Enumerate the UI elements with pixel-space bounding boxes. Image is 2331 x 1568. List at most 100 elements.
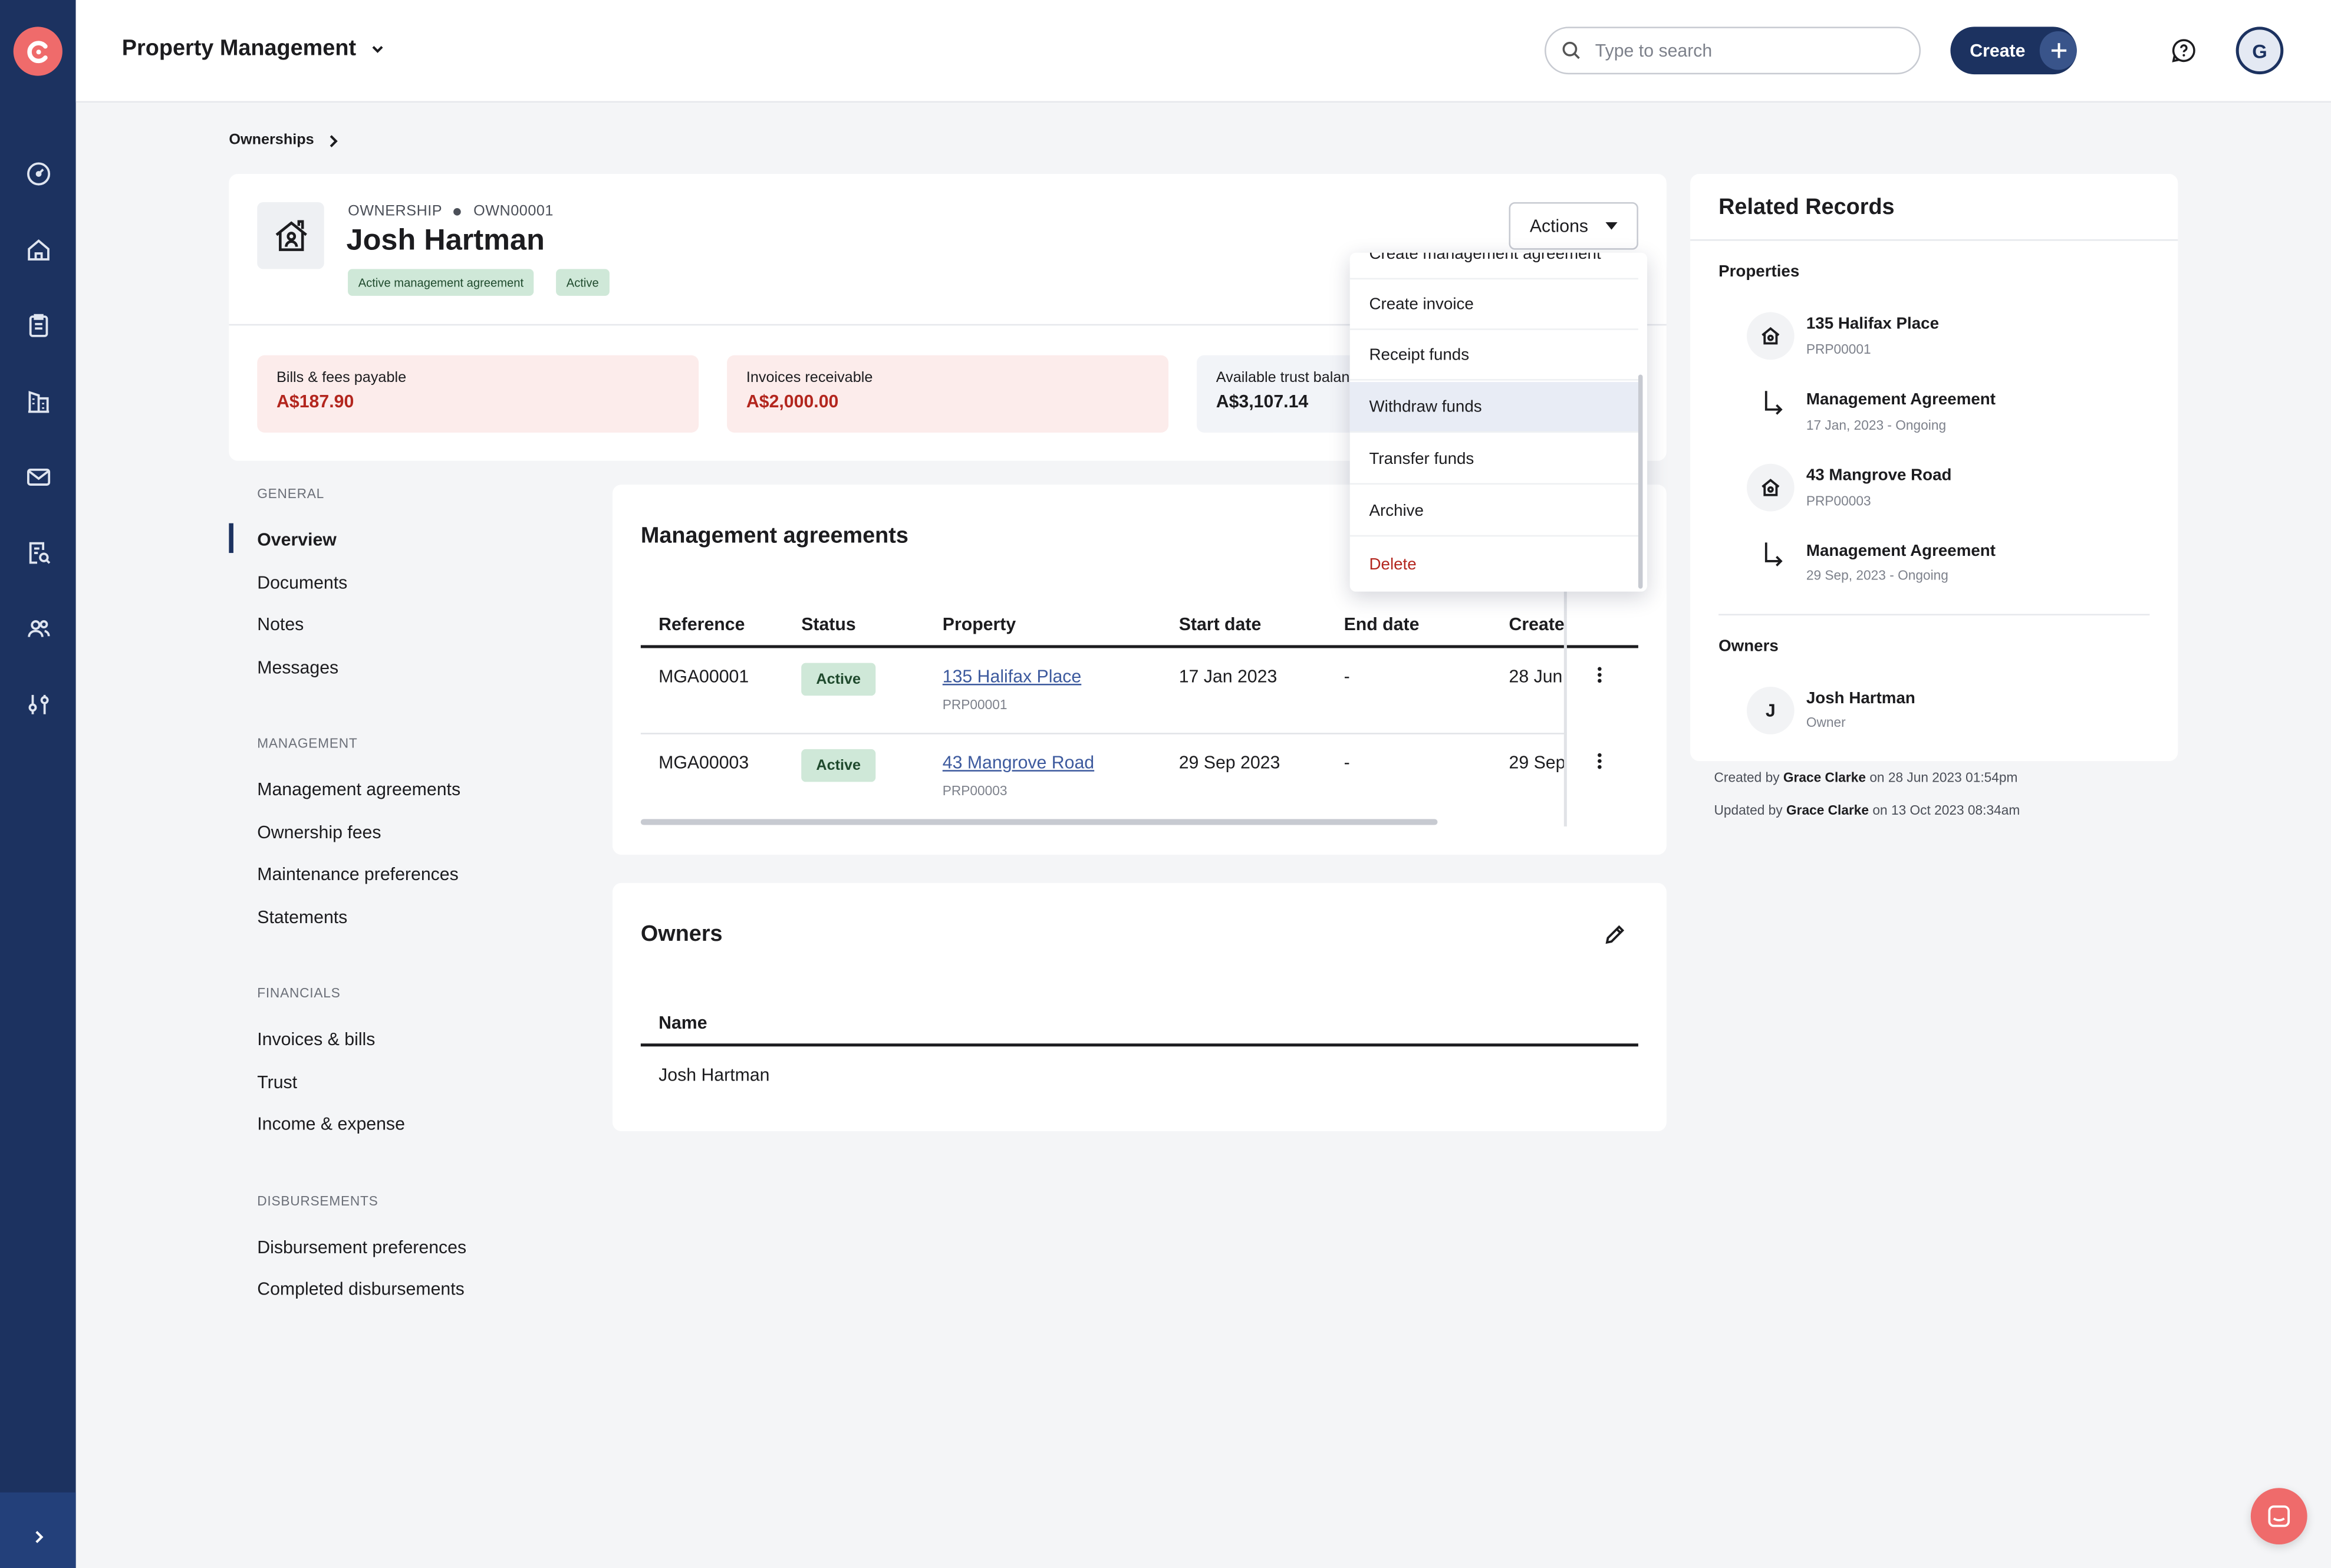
stat-invoices-receivable: Invoices receivable A$2,000.00 [727,355,1169,433]
nav-item-disbursement-preferences[interactable]: Disbursement preferences [257,1237,466,1257]
property-link[interactable]: 135 Halifax Place [943,666,1082,687]
arrow-turn-icon [1762,541,1785,571]
column-header[interactable]: Name [659,1012,707,1033]
status-badge: Active management agreement [348,269,534,296]
owners-heading: Owners [1718,637,1779,656]
module-title: Property Management [121,35,357,61]
user-avatar[interactable]: G [2235,27,2284,75]
house-icon [1746,463,1795,512]
column-header[interactable]: Start date [1179,614,1262,634]
chevron-right-icon [35,1531,43,1543]
menu-item-transfer-funds[interactable]: Transfer funds [1349,434,1638,485]
column-header[interactable]: Reference [659,614,745,634]
related-title[interactable]: Management Agreement [1806,542,1996,560]
related-records-title: Related Records [1718,195,1895,220]
owners-card [612,882,1667,1132]
module-switcher[interactable]: Property Management [122,36,386,61]
nav-item-notes[interactable]: Notes [257,614,304,634]
row-menu-icon[interactable] [1589,664,1610,685]
edit-icon[interactable] [1602,923,1626,947]
column-header[interactable]: Property [943,614,1016,634]
column-header[interactable]: Created [1509,614,1566,634]
create-label: Create [1970,40,2026,61]
search-input[interactable] [1595,40,1893,61]
nav-item-ownership-fees[interactable]: Ownership fees [257,822,381,843]
menu-scrollbar[interactable] [1638,374,1643,589]
menu-item-create-management-agreement[interactable]: Create management agreement [1349,253,1638,280]
column-header[interactable]: Status [801,614,856,634]
settings-sliders-icon[interactable] [18,684,58,724]
nav-item-completed-disbursements[interactable]: Completed disbursements [257,1279,465,1299]
cell-end-date: - [1344,666,1350,687]
menu-item-receipt-funds[interactable]: Receipt funds [1349,330,1638,381]
owner-avatar: J [1746,687,1795,734]
row-menu-icon[interactable] [1589,750,1610,771]
section-title: Management agreements [640,523,908,549]
nav-heading-management: MANAGEMENT [257,736,358,751]
home-icon[interactable] [18,229,58,269]
nav-heading-financials: FINANCIALS [257,985,341,1001]
nav-heading-general: GENERAL [257,486,325,501]
stat-value: A$2,000.00 [746,391,839,412]
dashboard-icon[interactable] [18,153,58,193]
nav-item-management-agreements[interactable]: Management agreements [257,779,460,799]
related-subtitle: PRP00003 [1806,493,1871,509]
nav-item-overview[interactable]: Overview [257,529,337,550]
nav-item-invoices-bills[interactable]: Invoices & bills [257,1029,375,1049]
created-meta: Created by Grace Clarke on 28 Jun 2023 0… [1714,770,2018,785]
table-header-rule [640,1043,1638,1047]
app-logo[interactable] [13,27,62,76]
nav-heading-disbursements: DISBURSEMENTS [257,1193,378,1209]
report-search-icon[interactable] [18,532,58,572]
stat-value: A$187.90 [276,391,354,412]
mail-icon[interactable] [18,456,58,496]
contacts-icon[interactable] [18,608,58,648]
menu-item-archive[interactable]: Archive [1349,486,1638,537]
nav-item-trust[interactable]: Trust [257,1072,297,1092]
expand-rail-button[interactable] [0,1492,76,1568]
cell-start-date: 29 Sep 2023 [1178,752,1280,773]
help-icon[interactable] [2168,34,2200,67]
menu-item-delete[interactable]: Delete [1350,539,1638,590]
nav-item-documents[interactable]: Documents [257,572,347,593]
breadcrumb-ownerships[interactable]: Ownerships [229,132,314,149]
active-indicator [229,523,233,554]
ownership-house-icon [257,202,324,269]
divider [1718,614,2150,615]
status-badge: Active [556,269,610,296]
sticky-column-divider [1563,591,1567,827]
meta-date: on 28 Jun 2023 01:54pm [1869,770,2018,785]
nav-item-maintenance-preferences[interactable]: Maintenance preferences [257,864,458,884]
chat-launcher-button[interactable] [2250,1488,2307,1545]
row-divider [640,733,1567,734]
related-title[interactable]: 135 Halifax Place [1806,315,1939,333]
nav-item-messages[interactable]: Messages [257,657,338,678]
properties-heading: Properties [1718,263,1800,281]
related-title[interactable]: 43 Mangrove Road [1806,467,1952,485]
property-link[interactable]: 43 Mangrove Road [943,752,1094,773]
column-header[interactable]: End date [1344,614,1420,634]
clipboard-icon[interactable] [18,305,58,345]
property-id: PRP00001 [942,697,1008,712]
property-id: PRP00003 [942,783,1008,799]
chat-icon [2268,1505,2290,1527]
chevron-down-icon [371,45,383,52]
cell-reference: MGA00003 [659,752,749,773]
related-title[interactable]: Management Agreement [1806,391,1996,409]
create-button[interactable]: Create [1950,27,2077,75]
meta-user: Grace Clarke [1786,802,1869,818]
ownership-eyebrow: OWNERSHIP OWN00001 [348,203,554,220]
nav-item-income-expense[interactable]: Income & expense [257,1114,405,1134]
menu-item-create-invoice[interactable]: Create invoice [1349,279,1638,330]
cell-reference: MGA00001 [659,666,749,687]
actions-button[interactable]: Actions [1509,202,1638,250]
related-title[interactable]: Josh Hartman [1806,690,1915,707]
menu-item-withdraw-funds[interactable]: Withdraw funds [1349,382,1638,433]
table-header-rule [640,645,1638,648]
nav-item-statements[interactable]: Statements [257,907,347,927]
horizontal-scrollbar[interactable] [640,819,1438,825]
meta-prefix: Created by [1714,770,1780,785]
building-icon[interactable] [18,381,58,421]
meta-prefix: Updated by [1714,802,1783,818]
actions-dropdown: Create management agreement Create invoi… [1349,252,1648,592]
